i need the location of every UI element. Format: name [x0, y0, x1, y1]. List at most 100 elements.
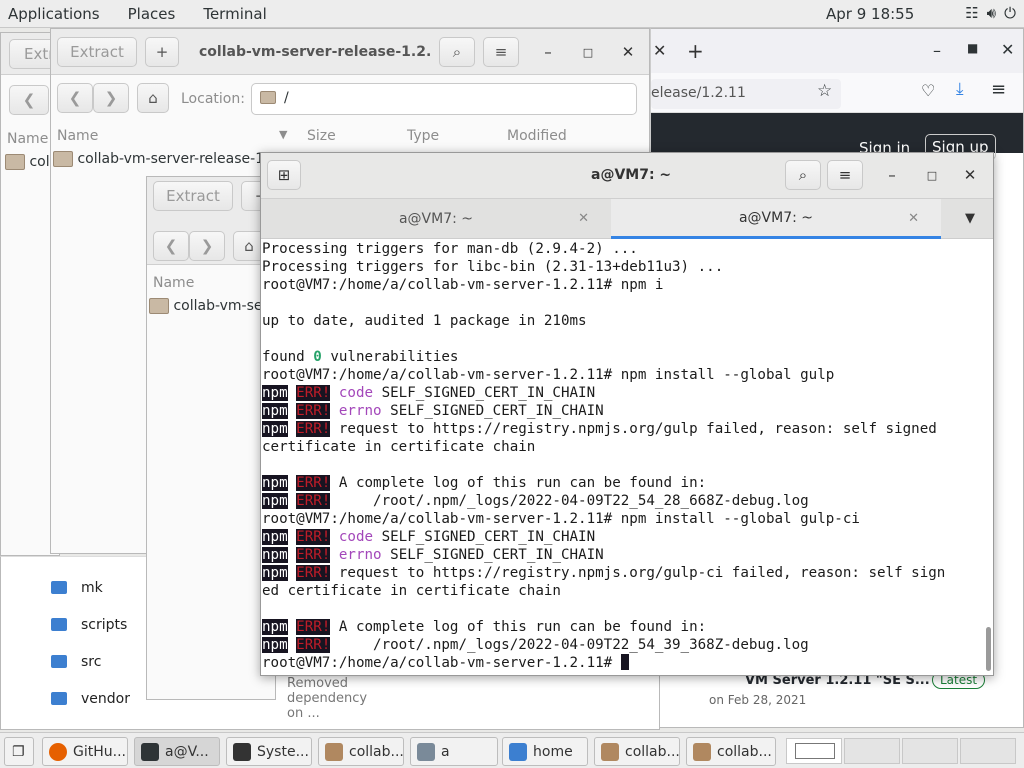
forward-button[interactable]: ❯ — [189, 231, 225, 261]
tab-label: a@VM7: ~ — [398, 211, 474, 227]
extract-button[interactable]: Extract — [153, 181, 233, 211]
close-tab-icon[interactable]: ✕ — [908, 211, 919, 226]
folder-icon — [5, 154, 25, 170]
column-name[interactable]: Name — [7, 131, 48, 147]
column-type[interactable]: Type — [407, 128, 439, 144]
tab-1[interactable]: a@VM7: ~ ✕ — [261, 199, 611, 239]
power-icon[interactable]: ⏻ — [1004, 4, 1016, 22]
forward-button[interactable]: ❯ — [93, 83, 129, 113]
shell-prompt: root@VM7:/home/a/collab-vm-server-1.2.11… — [262, 655, 621, 671]
minimize-icon[interactable]: – — [933, 41, 941, 60]
taskbar-item-firefox[interactable]: GitHu... — [42, 737, 128, 766]
taskbar-label: a — [441, 743, 450, 760]
download-icon[interactable]: ⤓ — [956, 79, 964, 99]
close-icon[interactable]: ✕ — [1001, 40, 1014, 59]
terminal-line: root@VM7:/home/a/collab-vm-server-1.2.11… — [262, 511, 860, 527]
column-name[interactable]: Name — [57, 128, 98, 144]
clock[interactable]: Apr 9 18:55 — [826, 5, 914, 23]
new-tab-button[interactable]: ⊞ — [267, 160, 301, 190]
sort-descending-icon[interactable]: ▼ — [279, 128, 287, 141]
taskbar-item-archive-3[interactable]: collab... — [686, 737, 776, 766]
menu-button[interactable]: ≡ — [827, 160, 863, 190]
menu-applications[interactable]: Applications — [0, 5, 114, 23]
taskbar-item-home[interactable]: home — [502, 737, 588, 766]
tab-2[interactable]: a@VM7: ~ ✕ — [611, 199, 941, 239]
extract-button[interactable]: Extract — [57, 37, 137, 67]
maximize-icon[interactable]: □ — [921, 164, 943, 186]
address-field[interactable]: elease/1.2.11 — [651, 79, 841, 109]
network-icon[interactable]: ☷ — [965, 4, 978, 22]
back-button[interactable]: ❮ — [57, 83, 93, 113]
hamburger-menu-icon: ≡ — [838, 166, 852, 184]
column-name[interactable]: Name — [153, 275, 194, 291]
column-modified[interactable]: Modified — [507, 128, 567, 144]
workspace-2[interactable] — [844, 738, 900, 764]
terminal-line: npm ERR! request to https://registry.npm… — [262, 420, 985, 438]
workspace-1[interactable] — [786, 738, 842, 764]
list-item[interactable]: vendor Removed dependency on ... — [51, 676, 367, 721]
err-tag: ERR! — [296, 385, 331, 401]
npm-tag: npm — [262, 565, 288, 581]
vulnerability-count: 0 — [313, 349, 322, 365]
add-button[interactable]: + — [145, 37, 179, 67]
minimize-icon[interactable]: – — [537, 41, 559, 63]
archive-manager-window-2[interactable]: Extract + ❮ ❯ ⌂ Name collab-vm-se — [146, 176, 276, 700]
list-item[interactable]: collab-vm-se — [149, 298, 263, 314]
search-button[interactable]: ⌕ — [785, 160, 821, 190]
terminal-window[interactable]: ⊞ a@VM7: ~ ⌕ ≡ – □ ✕ a@VM7: ~ ✕ a@VM7: ~ ✕… — [260, 152, 994, 676]
terminal-line: certificate in certificate chain — [262, 439, 536, 455]
search-button[interactable]: ⌕ — [439, 37, 475, 67]
home-icon: ⌂ — [148, 89, 158, 107]
close-tab-icon[interactable]: ✕ — [653, 41, 666, 60]
taskbar-item-system-monitor[interactable]: Syste... — [226, 737, 312, 766]
pocket-icon[interactable]: ♡ — [921, 81, 935, 100]
npm-tag: npm — [262, 619, 288, 635]
volume-icon[interactable]: 🔊︎ — [987, 4, 996, 22]
hamburger-menu-icon[interactable]: ≡ — [991, 79, 1006, 100]
taskbar-item-terminal[interactable]: a@V... — [134, 737, 220, 766]
err-key: code — [338, 385, 374, 401]
text: found — [262, 349, 314, 365]
terminal-scrollbar[interactable] — [986, 627, 991, 671]
maximize-icon[interactable]: □ — [577, 41, 599, 63]
terminal-line: ed certificate in certificate chain — [262, 583, 561, 599]
bookmark-star-icon[interactable]: ☆ — [817, 81, 832, 101]
list-item[interactable]: src — [51, 643, 101, 680]
terminal-line: Processing triggers for libc-bin (2.31-1… — [262, 259, 724, 275]
workspace-3[interactable] — [902, 738, 958, 764]
taskbar-label: home — [533, 743, 573, 760]
taskbar-item-computer[interactable]: a — [410, 737, 498, 766]
menu-places[interactable]: Places — [114, 5, 190, 23]
column-size[interactable]: Size — [307, 128, 336, 144]
close-icon[interactable]: ✕ — [617, 41, 639, 63]
file-name: scripts — [81, 616, 128, 633]
close-icon[interactable]: ✕ — [959, 164, 981, 186]
maximize-icon[interactable]: ■ — [967, 41, 978, 55]
back-button[interactable]: ❮ — [153, 231, 189, 261]
close-tab-icon[interactable]: ✕ — [578, 211, 589, 226]
workspace-4[interactable] — [960, 738, 1016, 764]
terminal-output[interactable]: Processing triggers for man-db (2.9.4-2)… — [261, 240, 985, 675]
tab-label: a@VM7: ~ — [738, 209, 814, 226]
tab-list-dropdown-icon[interactable]: ▼ — [965, 211, 975, 226]
show-desktop-button[interactable]: ❐ — [4, 737, 34, 766]
location-value: / — [284, 90, 289, 106]
release-date: on Feb 28, 2021 — [709, 693, 807, 707]
list-item[interactable]: collab-vm-server-release-1 — [53, 151, 264, 167]
terminal-prompt-line[interactable]: root@VM7:/home/a/collab-vm-server-1.2.11… — [262, 654, 985, 672]
minimize-icon[interactable]: – — [881, 164, 903, 186]
location-field[interactable]: / — [251, 83, 637, 115]
log-path: /root/.npm/_logs/2022-04-09T22_54_39_368… — [330, 637, 809, 653]
home-button[interactable]: ⌂ — [137, 83, 169, 113]
list-item[interactable]: coll — [5, 154, 54, 170]
menu-terminal[interactable]: Terminal — [189, 5, 280, 23]
list-item[interactable]: mk — [51, 569, 103, 606]
folder-icon — [51, 692, 67, 705]
system-tray[interactable]: ☷ 🔊︎ ⏻ — [965, 4, 1016, 22]
new-tab-button[interactable]: + — [687, 39, 704, 63]
taskbar-item-archive-1[interactable]: collab... — [318, 737, 404, 766]
list-item[interactable]: scripts — [51, 606, 127, 643]
taskbar-item-archive-2[interactable]: collab... — [594, 737, 680, 766]
menu-button[interactable]: ≡ — [483, 37, 519, 67]
back-button[interactable]: ❮ — [9, 85, 49, 115]
